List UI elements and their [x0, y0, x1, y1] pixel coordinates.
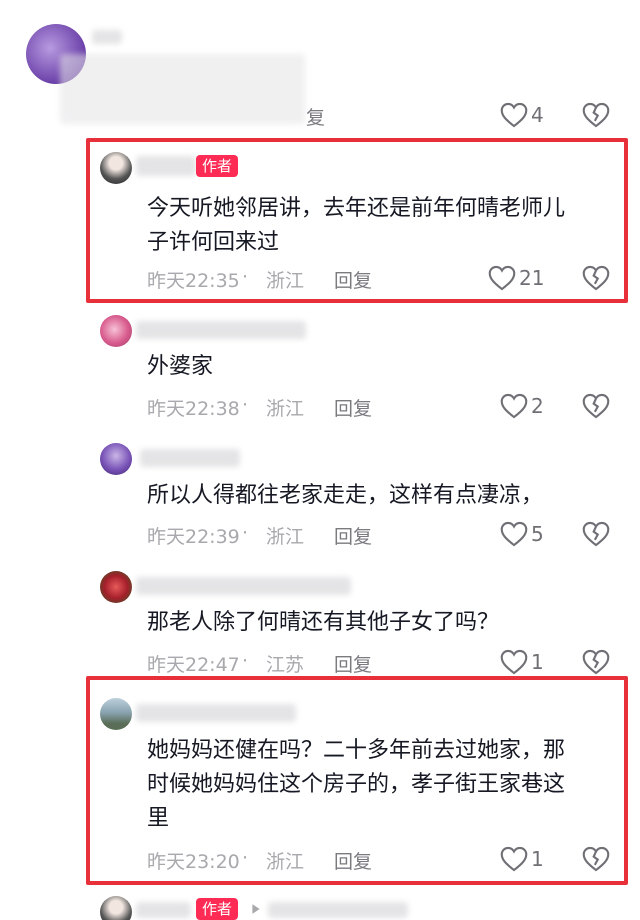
reply-button[interactable]: 回复 [334, 847, 372, 874]
heart-outline-icon[interactable] [500, 846, 528, 872]
avatar[interactable] [100, 896, 132, 920]
broken-heart-icon[interactable] [582, 265, 610, 291]
comment-time: 昨天23:20 [147, 851, 240, 873]
like-count: 1 [531, 847, 544, 871]
comment-text: 外婆家 [147, 354, 214, 379]
comment-text-line: 时候她妈妈住这个房子的，孝子街王家巷这 [147, 772, 566, 797]
broken-heart-icon[interactable] [582, 521, 610, 547]
heart-outline-icon[interactable] [500, 393, 528, 419]
comment-text-line: 子许何回来过 [147, 230, 280, 255]
separator: · [242, 522, 249, 544]
avatar[interactable] [100, 152, 132, 184]
comment-text-line: 她妈妈还健在吗？二十多年前去过她家，那 [147, 738, 566, 763]
like-count: 5 [531, 522, 544, 546]
reply-button[interactable]: 回复 [334, 266, 372, 293]
comment-text: 所以人得都往老家走走，这样有点凄凉， [147, 483, 544, 508]
like-count: 1 [531, 650, 544, 674]
blurred-username [92, 30, 122, 44]
reply-button[interactable]: 回复 [334, 650, 372, 677]
comment-time: 昨天22:39 [147, 526, 240, 548]
reply-arrow-icon [252, 904, 260, 914]
comment-time: 昨天22:38 [147, 398, 240, 420]
comment-text-line: 今天听她邻居讲，去年还是前年何晴老师儿 [147, 196, 566, 221]
blurred-reply-target [268, 902, 408, 918]
broken-heart-icon[interactable] [582, 846, 610, 872]
like-count: 2 [531, 394, 544, 418]
comment-text: 那老人除了何晴还有其他子女了吗？ [147, 610, 500, 635]
reply-button[interactable]: 回复 [334, 394, 372, 421]
comment-location: 浙江 [266, 851, 305, 873]
separator: · [242, 394, 249, 416]
blurred-username [136, 156, 196, 176]
like-count: 21 [519, 266, 545, 290]
author-badge: 作者 [196, 898, 239, 920]
blurred-username [136, 321, 306, 339]
heart-outline-icon[interactable] [488, 265, 516, 291]
blurred-username [136, 902, 191, 918]
comment-location: 浙江 [266, 526, 305, 548]
heart-outline-icon[interactable] [500, 521, 528, 547]
reply-button[interactable]: 复 [306, 103, 325, 130]
reply-button[interactable]: 回复 [334, 522, 372, 549]
comment-location: 浙江 [266, 270, 305, 292]
heart-outline-icon[interactable] [500, 649, 528, 675]
separator: · [242, 266, 249, 288]
blurred-username [136, 577, 351, 595]
blurred-comment-text [60, 54, 305, 124]
avatar[interactable] [100, 698, 132, 730]
comment-text-line: 里 [147, 806, 170, 831]
avatar[interactable] [100, 315, 132, 347]
separator: · [242, 650, 249, 672]
comment-location: 浙江 [266, 398, 305, 420]
author-badge: 作者 [196, 155, 239, 177]
avatar[interactable] [100, 571, 132, 603]
broken-heart-icon[interactable] [582, 393, 610, 419]
comment-location: 江苏 [266, 654, 305, 676]
like-count: 4 [531, 103, 544, 127]
comment-time: 昨天22:35 [147, 270, 240, 292]
comment-time: 昨天22:47 [147, 654, 240, 676]
broken-heart-icon[interactable] [582, 649, 610, 675]
broken-heart-icon[interactable] [582, 102, 610, 128]
blurred-username [136, 704, 296, 722]
heart-outline-icon[interactable] [500, 102, 528, 128]
avatar[interactable] [100, 443, 132, 475]
separator: · [242, 847, 249, 869]
blurred-username [140, 449, 240, 467]
